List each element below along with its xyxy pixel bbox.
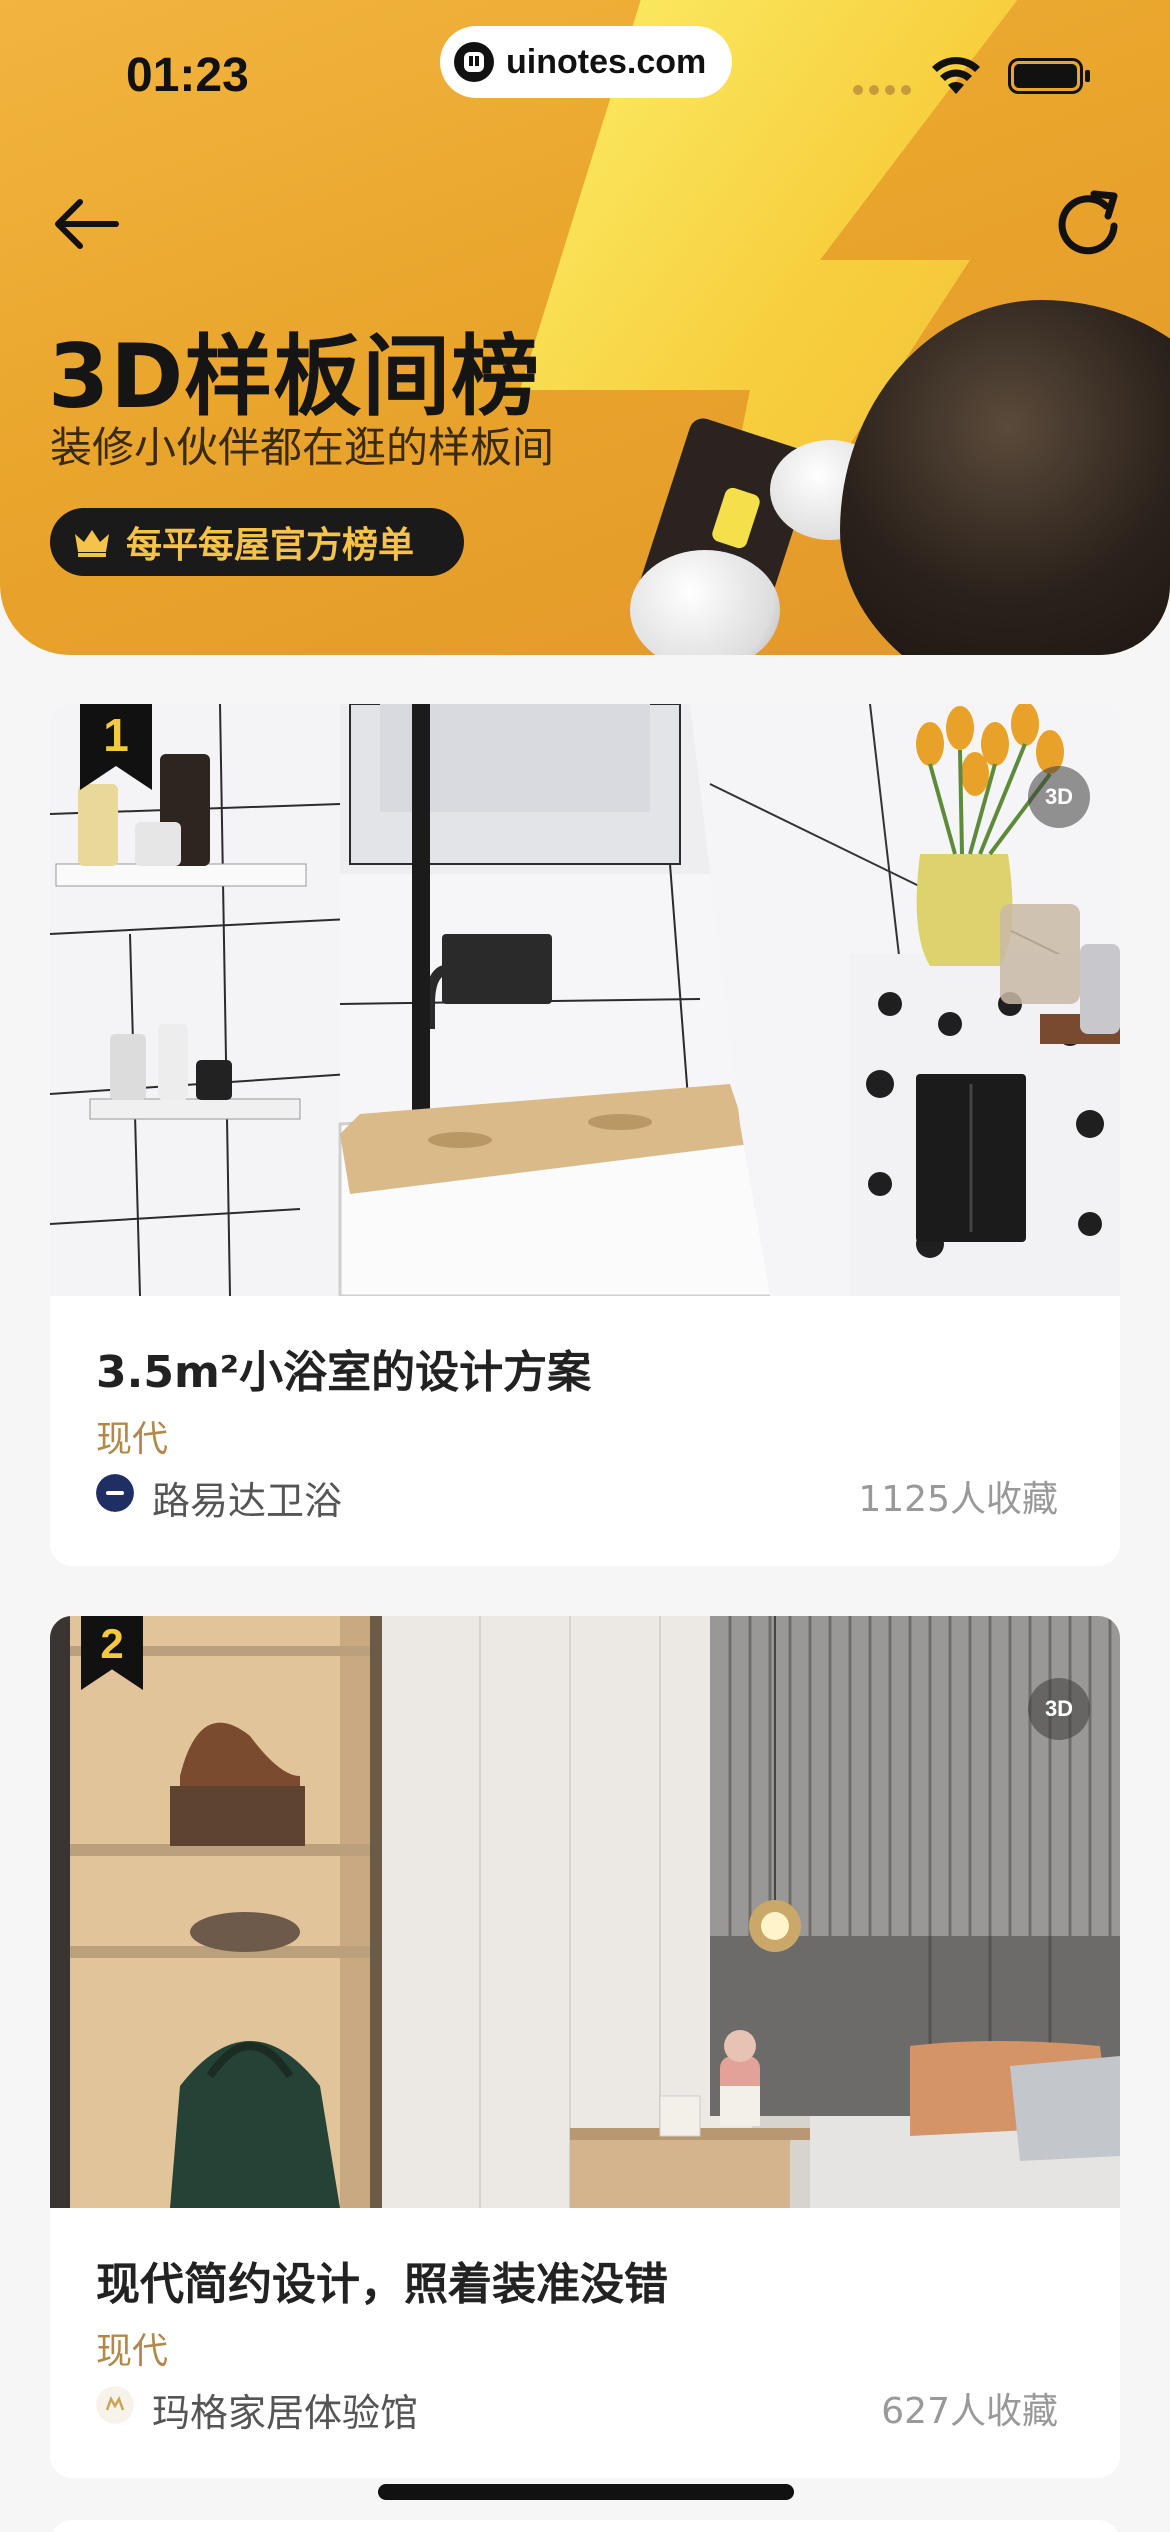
brand-avatar [96,2386,134,2424]
style-tag: 现代 [96,2331,169,2372]
official-list-label: 每平每屋官方榜单 [126,525,415,566]
showroom-image: 2 3D [50,1616,1120,2208]
status-bar: 01:23 uinotes.com [0,0,1170,140]
brand-name[interactable]: 路易达卫浴 [152,1470,342,1525]
ranking-card[interactable]: 1 3D 3.5m²小浴室的设计方案 现代 路易达卫浴 1125人收藏 [50,704,1120,1566]
bedroom-render [50,1616,1120,2208]
wifi-icon [932,57,980,94]
card-title: 3.5m²小浴室的设计方案 [96,1347,592,1398]
arrow-left-icon[interactable] [46,184,126,264]
card-title: 现代简约设计，照着装准没错 [96,2259,668,2310]
watermark-pill: uinotes.com [440,26,732,98]
home-indicator[interactable] [378,2484,794,2500]
ranking-card[interactable]: 2 3D 现代简约设计，照着装准没错 现代 玛格家居体验馆 627人收藏 [50,1616,1120,2478]
style-tag: 现代 [96,1419,169,1460]
brand-avatar [96,1474,134,1512]
3d-badge: 3D [1028,1678,1090,1740]
rank-number: 2 [100,1620,124,1667]
showroom-image: 1 3D [50,704,1120,1296]
status-time: 01:23 [126,49,249,102]
official-list-badge[interactable]: 每平每屋官方榜单 [50,508,464,576]
favorites-count: 1125人收藏 [858,1479,1058,1520]
bathroom-render [50,704,1120,1296]
battery-icon [1008,58,1090,94]
cellular-signal-icon [853,85,911,95]
ranking-card-partial[interactable] [50,2520,1120,2532]
uinotes-logo-icon [454,42,494,82]
3d-badge: 3D [1028,766,1090,828]
rank-number: 1 [103,709,129,761]
crown-icon [75,530,109,557]
watermark-text: uinotes.com [506,42,707,81]
page-subtitle: 装修小伙伴都在逛的样板间 [50,423,555,472]
brand-name[interactable]: 玛格家居体验馆 [152,2382,418,2437]
refresh-icon[interactable] [1048,184,1128,264]
favorites-count: 627人收藏 [881,2391,1058,2432]
